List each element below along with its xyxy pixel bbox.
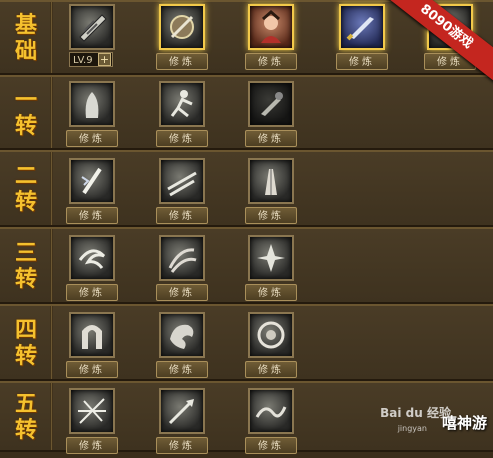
row-divider bbox=[50, 2, 53, 73]
whirlwind-icon[interactable] bbox=[159, 235, 205, 281]
hilt-icon[interactable] bbox=[248, 81, 294, 127]
row-label: 三 转 bbox=[6, 233, 46, 298]
skill-row-tier-3: 三 转 修炼 修炼 修炼 bbox=[0, 227, 493, 304]
wind-swirl-icon[interactable] bbox=[69, 235, 115, 281]
row-label: 四 转 bbox=[6, 310, 46, 375]
train-button[interactable]: 修炼 bbox=[245, 130, 297, 147]
row-label: 基 础 bbox=[6, 6, 46, 69]
skill-slot[interactable]: 修炼 bbox=[66, 312, 120, 382]
train-button[interactable]: 修炼 bbox=[245, 361, 297, 378]
train-button[interactable]: 修炼 bbox=[156, 207, 208, 224]
row-divider bbox=[50, 306, 53, 379]
watermark-jingyan: jingyan bbox=[397, 424, 427, 433]
skill-slot[interactable]: 修炼 bbox=[66, 158, 120, 228]
praying-hands-icon[interactable] bbox=[248, 158, 294, 204]
skill-slot[interactable]: 修炼 bbox=[156, 235, 210, 305]
row-label-char: 四 bbox=[14, 316, 37, 343]
skill-slot[interactable]: 修炼 bbox=[336, 4, 390, 74]
row-divider bbox=[50, 383, 53, 450]
row-label-char: 基 bbox=[14, 11, 37, 38]
row-label-char: 一 bbox=[14, 86, 37, 113]
train-button[interactable]: 修炼 bbox=[66, 437, 118, 454]
level-up-button[interactable]: + bbox=[98, 53, 111, 66]
skill-slot[interactable]: 修炼 bbox=[66, 81, 120, 151]
train-button[interactable]: 修炼 bbox=[66, 130, 118, 147]
dual-slash-icon[interactable] bbox=[159, 158, 205, 204]
warrior-portrait-icon[interactable] bbox=[248, 4, 294, 50]
skill-row-tier-2: 二 转 修炼 修炼 修炼 bbox=[0, 150, 493, 227]
skill-slot[interactable]: 修炼 bbox=[245, 81, 299, 151]
skill-slot[interactable]: 修炼 bbox=[156, 388, 210, 458]
row-divider bbox=[50, 152, 53, 225]
train-button[interactable]: 修炼 bbox=[245, 207, 297, 224]
row-label-char: 五 bbox=[14, 390, 37, 417]
storm-slash-icon[interactable] bbox=[69, 388, 115, 434]
skill-slot[interactable]: 修炼 bbox=[156, 312, 210, 382]
row-label-char: 转 bbox=[14, 112, 37, 139]
train-button[interactable]: 修炼 bbox=[66, 361, 118, 378]
spear-burst-icon[interactable] bbox=[159, 388, 205, 434]
skill-slot[interactable]: 修炼 bbox=[66, 235, 120, 305]
skill-row-tier-5: 五 转 修炼 修炼 修炼 Bai du 经验 jingyan 嘻神游 bbox=[0, 381, 493, 454]
skill-slot[interactable]: 修炼 bbox=[66, 388, 120, 458]
skill-slot[interactable]: 修炼 bbox=[245, 388, 299, 458]
row-label-char: 转 bbox=[14, 188, 37, 215]
skill-slot[interactable]: 修炼 bbox=[156, 158, 210, 228]
lightning-sword-icon[interactable] bbox=[69, 158, 115, 204]
train-button[interactable]: 修炼 bbox=[156, 437, 208, 454]
train-button[interactable]: 修炼 bbox=[66, 207, 118, 224]
bow-shield-icon[interactable] bbox=[159, 4, 205, 50]
watermark: Bai du 经验 jingyan 嘻神游 bbox=[377, 402, 487, 446]
row-label-char: 转 bbox=[14, 342, 37, 369]
skill-slot[interactable]: 修炼 bbox=[245, 158, 299, 228]
watermark-brand: 嘻神游 bbox=[441, 414, 487, 432]
train-button[interactable]: 修炼 bbox=[245, 53, 297, 70]
row-label-char: 转 bbox=[14, 416, 37, 443]
wave-strike-icon[interactable] bbox=[248, 388, 294, 434]
row-label: 一 转 bbox=[6, 81, 46, 144]
train-button[interactable]: 修炼 bbox=[156, 130, 208, 147]
train-button[interactable]: 修炼 bbox=[245, 284, 297, 301]
train-button[interactable]: 修炼 bbox=[156, 284, 208, 301]
row-divider bbox=[50, 77, 53, 148]
skill-slot[interactable]: 修炼 bbox=[245, 4, 299, 74]
skill-slot[interactable]: 修炼 bbox=[245, 235, 299, 305]
row-divider bbox=[50, 229, 53, 302]
train-button[interactable]: 修炼 bbox=[156, 361, 208, 378]
row-label: 五 转 bbox=[6, 387, 46, 446]
skill-row-tier-4: 四 转 修炼 修炼 修炼 bbox=[0, 304, 493, 381]
skill-slot[interactable]: 修炼 bbox=[156, 4, 210, 74]
row-label-char: 二 bbox=[14, 162, 37, 189]
row-label-char: 础 bbox=[14, 37, 37, 64]
dragon-head-icon[interactable] bbox=[159, 312, 205, 358]
row-label: 二 转 bbox=[6, 156, 46, 221]
shield-disc-icon[interactable] bbox=[248, 312, 294, 358]
sword-icon[interactable] bbox=[339, 4, 385, 50]
skill-row-tier-1: 一 转 修炼 修炼 修炼 bbox=[0, 75, 493, 150]
train-button[interactable]: 修炼 bbox=[336, 53, 388, 70]
arch-icon[interactable] bbox=[69, 312, 115, 358]
skill-slot[interactable]: 修炼 bbox=[245, 312, 299, 382]
crystal-burst-icon[interactable] bbox=[248, 235, 294, 281]
row-label-char: 转 bbox=[14, 265, 37, 292]
running-fighter-icon[interactable] bbox=[159, 81, 205, 127]
ghost-figure-icon[interactable] bbox=[69, 81, 115, 127]
train-button[interactable]: 修炼 bbox=[66, 284, 118, 301]
watermark-baidu: Bai du 经验 bbox=[380, 406, 451, 420]
train-button[interactable]: 修炼 bbox=[245, 437, 297, 454]
train-button[interactable]: 修炼 bbox=[156, 53, 208, 70]
skill-slot[interactable]: 修炼 bbox=[156, 81, 210, 151]
row-label-char: 三 bbox=[14, 239, 37, 266]
blade-scroll-icon[interactable] bbox=[69, 4, 115, 50]
